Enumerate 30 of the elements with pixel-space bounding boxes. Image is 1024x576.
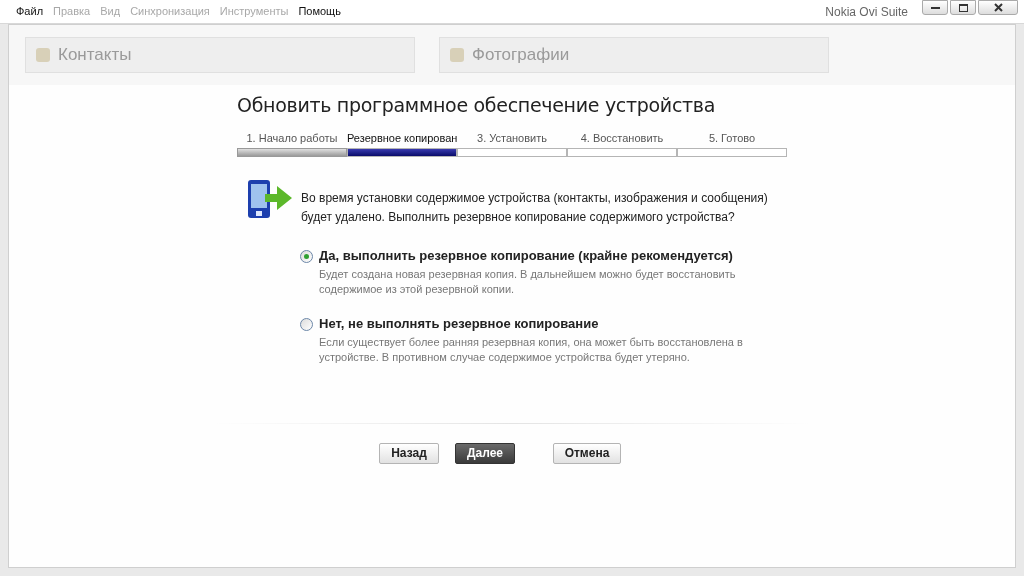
minimize-icon	[930, 6, 940, 9]
message-text: Во время установки содержимое устройства (контакты, изображения и сообщения) будет удалено. Выполнить резервное копирование содержимого устройства?	[301, 189, 769, 226]
minimize-button[interactable]	[922, 0, 948, 15]
maximize-icon	[958, 3, 968, 12]
step-label: 5. Готово	[707, 130, 757, 146]
option-description: Если существует более ранняя резервная копия, она может быть восстановлена в устройстве. В противном случае содержимое устройства будет утеряно.	[319, 334, 744, 365]
radio-button[interactable]	[300, 317, 313, 331]
option-label: Да, выполнить резервное копирование (крайне рекомендуется)	[319, 246, 734, 265]
close-button[interactable]	[978, 0, 1018, 15]
close-icon	[993, 3, 1003, 12]
phone-arrow-icon	[247, 178, 293, 219]
panel-title: Фотографии	[472, 44, 570, 67]
maximize-button[interactable]	[950, 0, 976, 15]
step-label: 4. Восстановить	[579, 130, 665, 146]
dialog-button[interactable]: Назад	[379, 442, 439, 464]
panel-icon	[450, 48, 464, 62]
window-title: Nokia Ovi Suite	[825, 3, 908, 21]
dialog-title: Обновить программное обеспечение устройства	[237, 93, 717, 118]
option-description: Будет создана новая резервная копия. В дальнейшем можно будет восстановить содержимое из этой резервной копии.	[319, 266, 737, 297]
step-label: Резервное копирован	[347, 130, 457, 146]
dialog-button[interactable]: Отмена	[553, 442, 621, 464]
dialog-button[interactable]: Далее	[455, 442, 515, 464]
menu-item[interactable]: Файл	[16, 3, 44, 20]
panel-title: Контакты	[58, 44, 132, 67]
panel-icon	[36, 48, 50, 62]
option-label: Нет, не выполнять резервное копирование	[319, 314, 600, 333]
step-label: 3. Установить	[476, 130, 548, 146]
step-label: 1. Начало работы	[245, 130, 339, 146]
radio-button[interactable]	[300, 249, 313, 263]
menu-item[interactable]: Помощь	[298, 3, 341, 20]
